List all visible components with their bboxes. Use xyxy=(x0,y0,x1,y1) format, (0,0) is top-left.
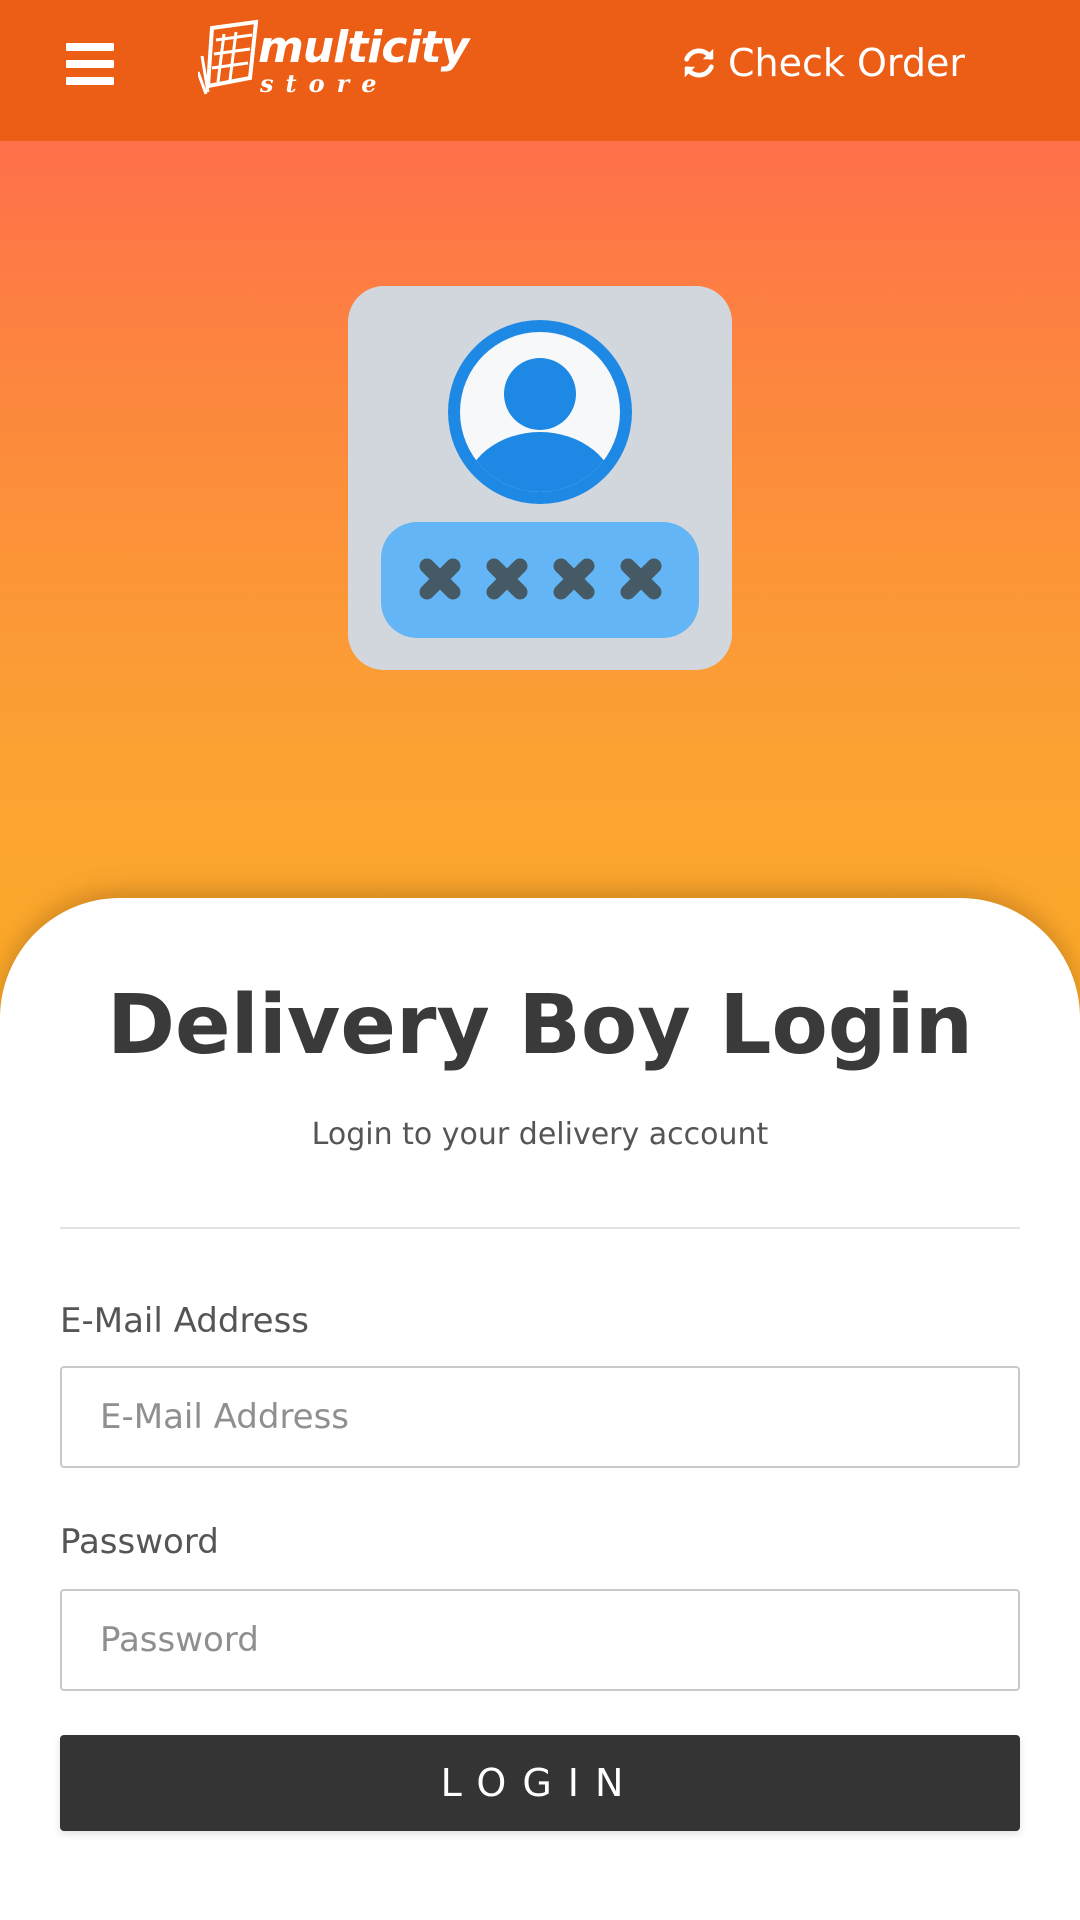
password-field[interactable] xyxy=(60,1589,1020,1691)
divider xyxy=(60,1227,1020,1229)
hamburger-menu-icon[interactable] xyxy=(66,43,114,85)
login-button[interactable]: LOGIN xyxy=(60,1735,1020,1831)
refresh-icon xyxy=(684,48,714,78)
top-bar: multicity store Check Order xyxy=(0,0,1080,141)
logo-wordmark: multicity xyxy=(258,22,469,73)
email-label: E-Mail Address xyxy=(60,1301,310,1341)
check-order-label: Check Order xyxy=(728,41,965,85)
password-label: Password xyxy=(60,1522,219,1562)
login-page: multicity store Check Order Delivery Boy… xyxy=(0,0,1080,1920)
page-title: Delivery Boy Login xyxy=(106,978,973,1073)
logo-subtitle: store xyxy=(260,69,389,98)
check-order-button[interactable]: Check Order xyxy=(680,38,965,88)
page-subtitle: Login to your delivery account xyxy=(311,1117,769,1152)
user-password-login-icon xyxy=(348,286,732,670)
email-field[interactable] xyxy=(60,1366,1020,1468)
store-logo[interactable]: multicity store xyxy=(198,16,469,98)
